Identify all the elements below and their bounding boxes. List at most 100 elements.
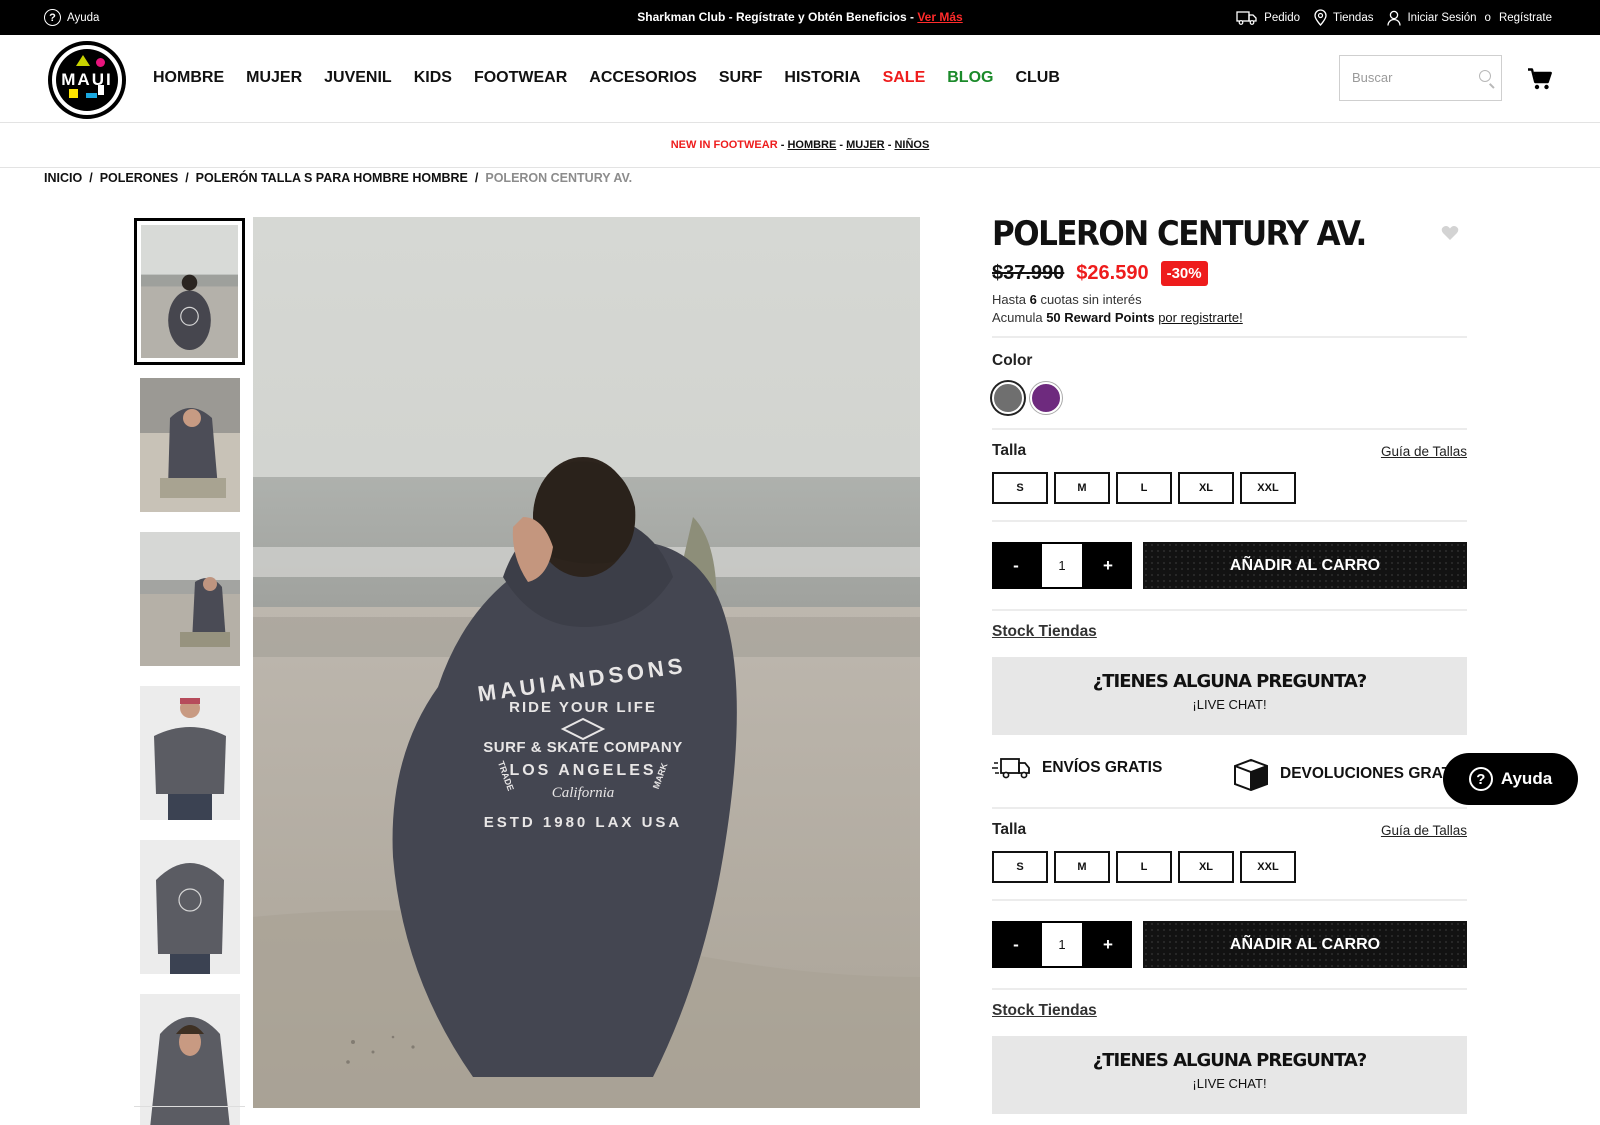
live-chat-banner-repeat[interactable]: ¿TIENES ALGUNA PREGUNTA? ¡LIVE CHAT! bbox=[992, 1036, 1467, 1114]
stock-stores-link-repeat[interactable]: Stock Tiendas bbox=[992, 1002, 1097, 1019]
user-icon bbox=[1387, 10, 1402, 26]
size-guide-link[interactable]: Guía de Tallas bbox=[1381, 444, 1467, 459]
qty-value[interactable]: 1 bbox=[1040, 921, 1084, 968]
live-chat-banner[interactable]: ¿TIENES ALGUNA PREGUNTA? ¡LIVE CHAT! bbox=[992, 657, 1467, 735]
size-label-repeat: Talla bbox=[992, 821, 1027, 838]
logo-text: MAUI bbox=[61, 70, 113, 89]
question-icon: ? bbox=[1468, 767, 1493, 791]
size-xl[interactable]: XL bbox=[1178, 472, 1234, 504]
quantity-stepper-repeat: - 1 + bbox=[992, 921, 1132, 968]
reward-register-link[interactable]: por registrarte! bbox=[1158, 310, 1243, 325]
thumbnail-3[interactable] bbox=[140, 532, 240, 666]
nav-hombre[interactable]: HOMBRE bbox=[153, 69, 224, 87]
size-m[interactable]: M bbox=[1054, 472, 1110, 504]
nav-blog[interactable]: BLOG bbox=[947, 69, 993, 87]
search-icon[interactable] bbox=[1479, 70, 1491, 82]
nav-accesorios[interactable]: ACCESORIOS bbox=[589, 69, 697, 87]
or-text: o bbox=[1484, 11, 1491, 24]
register-link[interactable]: Regístrate bbox=[1499, 12, 1552, 24]
nav-footwear[interactable]: FOOTWEAR bbox=[474, 69, 567, 87]
nav-club[interactable]: CLUB bbox=[1015, 69, 1059, 87]
promo-lead: NEW IN FOOTWEAR bbox=[670, 139, 778, 151]
divider bbox=[992, 609, 1467, 611]
size-guide-link-repeat[interactable]: Guía de Tallas bbox=[1381, 823, 1467, 838]
nav-surf[interactable]: SURF bbox=[719, 69, 763, 87]
size-xl[interactable]: XL bbox=[1178, 851, 1234, 883]
breadcrumb-polerones[interactable]: POLERONES bbox=[100, 171, 179, 185]
free-returns-label: DEVOLUCIONES GRATIS bbox=[1280, 765, 1466, 782]
search-input[interactable]: Buscar bbox=[1339, 55, 1502, 101]
help-chat-label: Ayuda bbox=[1500, 769, 1553, 788]
thumbnail-4[interactable] bbox=[140, 686, 240, 820]
promo-link-ninos[interactable]: NIÑOS bbox=[894, 139, 929, 151]
size-s[interactable]: S bbox=[992, 472, 1048, 504]
qty-minus-button[interactable]: - bbox=[992, 921, 1040, 968]
color-swatch-grey[interactable] bbox=[992, 382, 1024, 414]
stock-stores-link[interactable]: Stock Tiendas bbox=[992, 623, 1097, 640]
free-returns: DEVOLUCIONES GRATIS bbox=[1232, 757, 1467, 791]
size-m[interactable]: M bbox=[1054, 851, 1110, 883]
order-link[interactable]: Pedido bbox=[1264, 12, 1300, 24]
main-nav: HOMBRE MUJER JUVENIL KIDS FOOTWEAR ACCES… bbox=[153, 69, 1060, 87]
add-to-cart-button[interactable]: AÑADIR AL CARRO bbox=[1143, 542, 1467, 589]
add-to-cart-button-repeat[interactable]: AÑADIR AL CARRO bbox=[1143, 921, 1467, 968]
divider bbox=[992, 520, 1467, 522]
qty-minus-button[interactable]: - bbox=[992, 542, 1040, 589]
qty-plus-button[interactable]: + bbox=[1084, 921, 1132, 968]
club-promo-text: Sharkman Club - Regístrate y Obtén Benef… bbox=[637, 10, 914, 24]
product-title: POLERON CENTURY AV. bbox=[992, 215, 1367, 254]
promo-link-hombre[interactable]: HOMBRE bbox=[787, 139, 836, 151]
divider bbox=[992, 807, 1467, 809]
login-link[interactable]: Iniciar Sesión bbox=[1407, 12, 1476, 24]
faq-chat: ¡LIVE CHAT! bbox=[1192, 697, 1267, 712]
help-chat-button[interactable]: ? Ayuda bbox=[1443, 753, 1578, 805]
size-s[interactable]: S bbox=[992, 851, 1048, 883]
old-price: $37.990 bbox=[992, 262, 1065, 284]
thumbnail-1[interactable] bbox=[134, 218, 245, 365]
nav-sale[interactable]: SALE bbox=[883, 69, 926, 87]
quantity-cart-row: - 1 + AÑADIR AL CARRO bbox=[992, 542, 1467, 589]
divider bbox=[992, 899, 1467, 901]
size-xxl[interactable]: XXL bbox=[1240, 851, 1296, 883]
search-placeholder: Buscar bbox=[1352, 70, 1393, 85]
size-options-repeat: S M L XL XXL bbox=[992, 851, 1467, 883]
nav-mujer[interactable]: MUJER bbox=[246, 69, 302, 87]
size-l[interactable]: L bbox=[1116, 472, 1172, 504]
promo-link-mujer[interactable]: MUJER bbox=[846, 139, 885, 151]
color-swatches bbox=[992, 382, 1467, 414]
thumbnail-2[interactable] bbox=[140, 378, 240, 512]
size-l[interactable]: L bbox=[1116, 851, 1172, 883]
wishlist-heart-icon[interactable] bbox=[1441, 225, 1459, 241]
club-promo-link[interactable]: Ver Más bbox=[917, 10, 962, 24]
nav-juvenil[interactable]: JUVENIL bbox=[324, 69, 392, 87]
faq-question: ¿TIENES ALGUNA PREGUNTA? bbox=[1092, 1050, 1367, 1071]
main-product-image[interactable]: MAUIANDSONS RIDE YOUR LIFE SURF & SKATE … bbox=[253, 217, 920, 1108]
footwear-promo-strip: NEW IN FOOTWEAR - HOMBRE - MUJER - NIÑOS bbox=[0, 123, 1600, 168]
print-arc-mid: RIDE YOUR LIFE bbox=[509, 699, 657, 716]
maui-logo[interactable]: MAUI bbox=[48, 41, 126, 119]
divider bbox=[992, 336, 1467, 338]
size-xxl[interactable]: XXL bbox=[1240, 472, 1296, 504]
print-line1: SURF & SKATE COMPANY bbox=[483, 739, 682, 756]
color-swatch-purple[interactable] bbox=[1030, 382, 1062, 414]
main-header: MAUI HOMBRE MUJER JUVENIL KIDS FOOTWEAR … bbox=[0, 35, 1600, 123]
breadcrumb-inicio[interactable]: INICIO bbox=[44, 171, 82, 185]
nav-historia[interactable]: HISTORIA bbox=[784, 69, 860, 87]
thumbnail-divider bbox=[134, 1106, 245, 1107]
benefits-row: ENVÍOS GRATIS DEVOLUCIONES GRATIS bbox=[992, 751, 1467, 797]
divider bbox=[992, 988, 1467, 990]
account-links: Pedido Tiendas Iniciar Sesión o Regístra… bbox=[1236, 9, 1552, 26]
discount-badge: -30% bbox=[1160, 261, 1208, 286]
nav-kids[interactable]: KIDS bbox=[414, 69, 452, 87]
price-row: $37.990 $26.590 -30% bbox=[992, 261, 1467, 286]
thumbnail-5[interactable] bbox=[140, 840, 240, 974]
product-info: POLERON CENTURY AV. $37.990 $26.590 -30%… bbox=[992, 215, 1467, 1114]
breadcrumb-category[interactable]: POLERÓN TALLA S PARA HOMBRE HOMBRE bbox=[196, 171, 468, 185]
breadcrumb: INICIO / POLERONES / POLERÓN TALLA S PAR… bbox=[44, 171, 633, 185]
cart-icon[interactable] bbox=[1528, 68, 1552, 90]
location-pin-icon bbox=[1314, 9, 1327, 26]
stores-link[interactable]: Tiendas bbox=[1333, 12, 1374, 24]
qty-plus-button[interactable]: + bbox=[1084, 542, 1132, 589]
box-icon bbox=[1234, 758, 1268, 791]
qty-value[interactable]: 1 bbox=[1040, 542, 1084, 589]
